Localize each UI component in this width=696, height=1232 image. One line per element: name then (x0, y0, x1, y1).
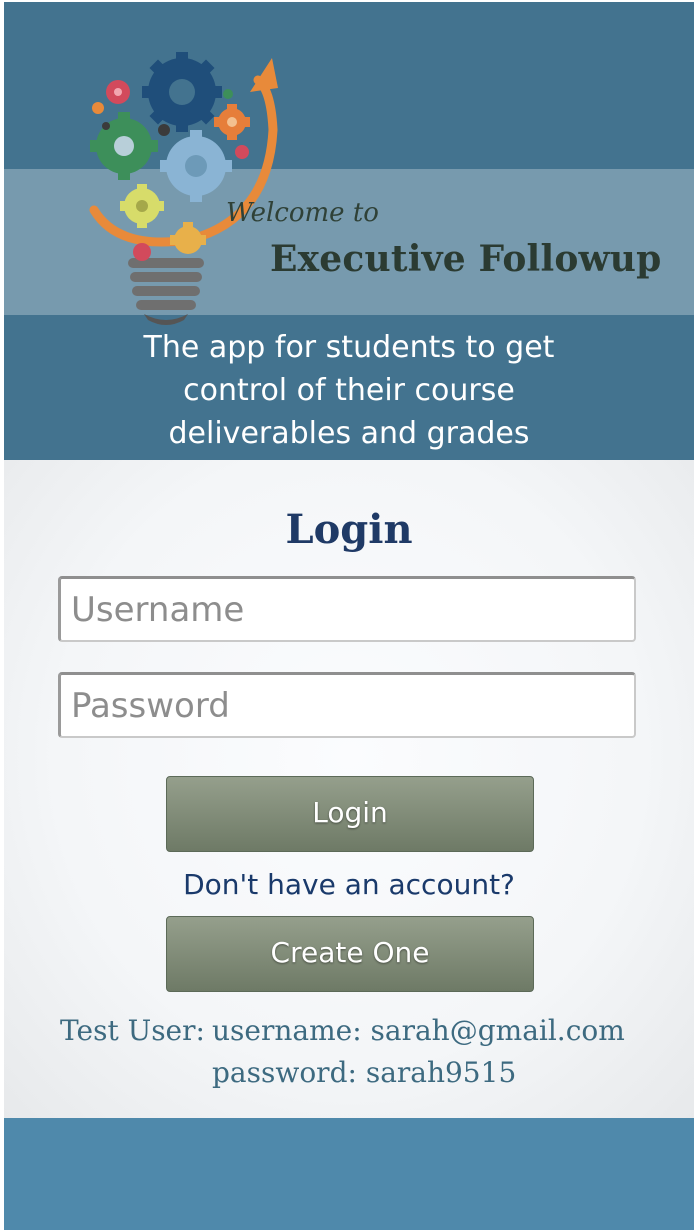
welcome-text: Welcome to (226, 198, 379, 228)
lightbulb-gears-logo (89, 52, 278, 325)
footer-bar (4, 1118, 694, 1230)
create-account-button[interactable]: Create One (166, 916, 534, 992)
login-button[interactable]: Login (166, 776, 534, 852)
tagline: The app for students to get control of t… (4, 326, 694, 455)
login-heading: Login (285, 506, 413, 553)
test-user-label: Test User: (60, 1014, 205, 1047)
tagline-line: The app for students to get (143, 330, 555, 365)
app-name: Executive Followup (270, 238, 662, 280)
app-frame: Welcome to Executive Followup The app fo… (4, 2, 694, 1230)
no-account-prompt: Don't have an account? (183, 868, 515, 901)
test-username: username: sarah@gmail.com (212, 1014, 625, 1047)
tagline-line: deliverables and grades (168, 416, 530, 451)
test-password: password: sarah9515 (212, 1056, 517, 1089)
header: Welcome to Executive Followup The app fo… (4, 2, 694, 460)
password-input[interactable] (58, 672, 636, 738)
username-input[interactable] (58, 576, 636, 642)
tagline-line: control of their course (183, 373, 515, 408)
